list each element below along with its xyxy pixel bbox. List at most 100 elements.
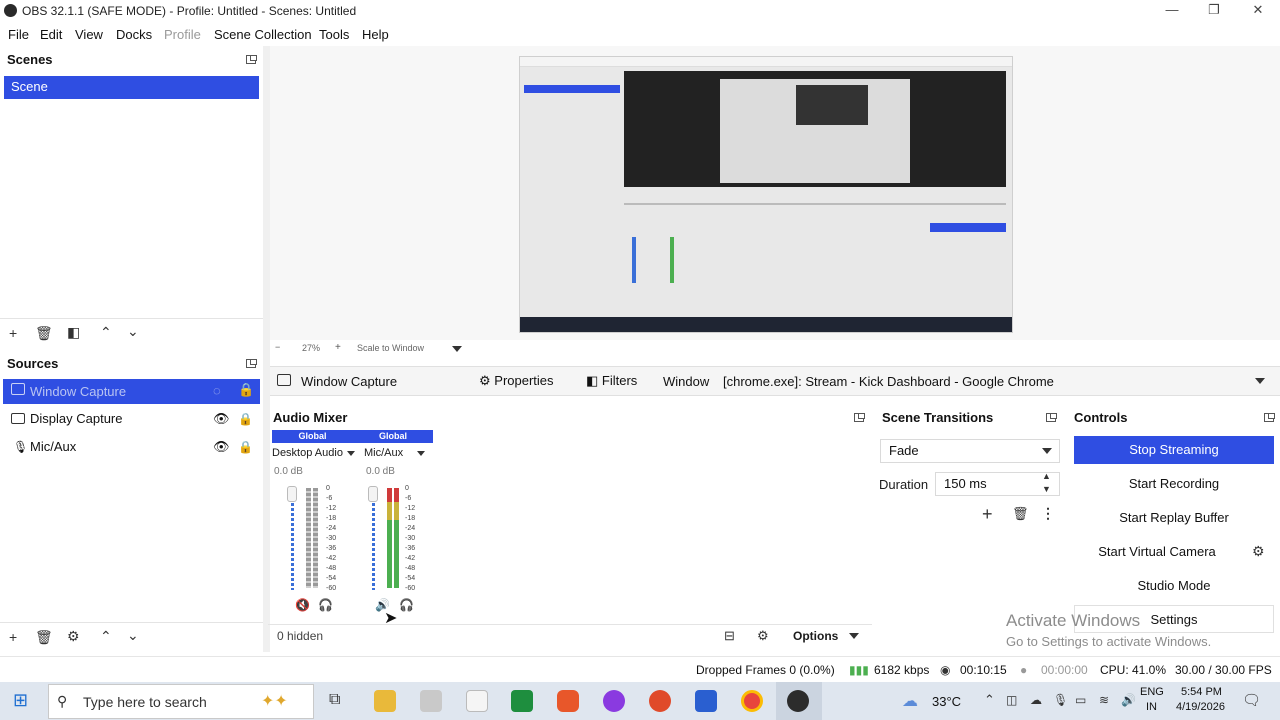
windows-start-icon[interactable]: ⊞ <box>13 690 28 711</box>
tray-wifi-icon[interactable]: ≋ <box>1099 693 1109 707</box>
desktop-audio-muted-icon[interactable]: 🔇 <box>295 598 310 612</box>
sources-undock-icon[interactable] <box>246 359 257 368</box>
transitions-undock-icon[interactable] <box>1046 413 1057 422</box>
scale-mode-caret-icon[interactable] <box>452 346 462 352</box>
excel-icon[interactable] <box>511 690 533 712</box>
lock-icon[interactable]: 🔒 <box>238 382 254 398</box>
menu-docks[interactable]: Docks <box>116 27 152 42</box>
task-view-icon[interactable]: ⧉ <box>329 691 340 709</box>
transition-select[interactable]: Fade <box>880 439 1060 463</box>
restore-button[interactable]: ❐ <box>1192 0 1236 22</box>
menu-help[interactable]: Help <box>362 27 389 42</box>
clock-time[interactable]: 5:54 PM <box>1181 686 1222 698</box>
scene-filters-icon[interactable]: ◧ <box>67 324 80 340</box>
add-transition-icon[interactable]: + <box>982 504 993 525</box>
menu-edit[interactable]: Edit <box>40 27 62 42</box>
mic-aux-monitor-icon[interactable]: 🎧 <box>399 598 414 612</box>
desktop-audio-name[interactable]: Desktop Audio <box>272 447 343 459</box>
duration-down-icon[interactable]: ▼ <box>1042 484 1051 494</box>
transition-properties-icon[interactable]: ⋮ <box>1041 505 1055 522</box>
filters-button[interactable]: ◧ Filters <box>586 373 637 389</box>
source-row-display-capture[interactable]: Display Capture 👁 🔒 <box>3 406 260 432</box>
vscode-icon[interactable] <box>695 690 717 712</box>
controls-undock-icon[interactable] <box>1264 413 1275 422</box>
mic-aux-menu-icon[interactable] <box>417 451 425 456</box>
options-caret-icon[interactable] <box>849 633 859 639</box>
stop-streaming-button[interactable]: Stop Streaming <box>1074 436 1274 464</box>
tray-battery-icon[interactable]: ▭ <box>1075 693 1086 707</box>
dock-splitter[interactable] <box>263 46 270 652</box>
chrome-icon[interactable] <box>741 690 763 712</box>
preview-zoom-out-icon[interactable]: − <box>275 342 280 352</box>
menu-tools[interactable]: Tools <box>319 27 349 42</box>
obs-taskbar-item[interactable] <box>776 682 822 720</box>
source-properties-icon[interactable]: ⚙ <box>67 628 80 644</box>
menu-view[interactable]: View <box>75 27 103 42</box>
eye-icon[interactable]: 👁 <box>213 406 230 432</box>
hidden-count[interactable]: 0 hidden <box>277 629 323 643</box>
scenes-undock-icon[interactable] <box>246 55 257 64</box>
start-recording-button[interactable]: Start Recording <box>1074 470 1274 498</box>
close-button[interactable]: ✕ <box>1236 0 1280 22</box>
tray-chevron-icon[interactable]: ⌃ <box>984 692 995 708</box>
eye-hidden-icon[interactable]: ◌ <box>213 383 221 398</box>
tray-mic-icon[interactable]: 🎙 <box>1053 693 1068 707</box>
notepad-icon[interactable] <box>466 690 488 712</box>
file-explorer-icon[interactable] <box>374 690 396 712</box>
mic-aux-fader-handle[interactable] <box>368 486 378 502</box>
studio-mode-button[interactable]: Studio Mode <box>1074 572 1274 600</box>
remove-source-icon[interactable]: 🗑 <box>35 629 53 645</box>
input-region[interactable]: IN <box>1146 701 1157 713</box>
menu-profile[interactable]: Profile <box>164 27 201 42</box>
tray-volume-icon[interactable]: 🔊 <box>1121 693 1136 707</box>
window-select[interactable]: [chrome.exe]: Stream - Kick Dashboard - … <box>723 374 1054 389</box>
mixer-layout-icon[interactable]: ⊟ <box>724 628 735 644</box>
app-purple-icon[interactable] <box>603 690 625 712</box>
clock-date[interactable]: 4/19/2026 <box>1176 701 1225 713</box>
properties-button[interactable]: ⚙ Properties <box>479 373 554 389</box>
minimize-button[interactable]: — <box>1150 0 1194 22</box>
virtual-camera-settings-icon[interactable]: ⚙ <box>1252 543 1265 560</box>
tray-app-icon[interactable]: ◫ <box>1006 693 1017 707</box>
source-row-mic-aux[interactable]: 🎙 Mic/Aux 👁 🔒 <box>3 434 260 460</box>
menu-file[interactable]: File <box>8 27 29 42</box>
scene-item[interactable]: Scene <box>4 76 259 99</box>
weather-icon[interactable]: ☁ <box>902 691 918 711</box>
preview-zoom-in-icon[interactable]: + <box>335 342 341 353</box>
menu-scene-collection[interactable]: Scene Collection <box>214 27 312 42</box>
tray-cloud-icon[interactable]: ☁ <box>1030 693 1042 707</box>
preview-scale-mode[interactable]: Scale to Window <box>357 343 424 353</box>
lock-icon[interactable]: 🔒 <box>238 434 253 460</box>
taskbar-search[interactable]: ⚲ Type here to search ✦✦ <box>48 684 314 719</box>
add-source-icon[interactable]: + <box>9 629 17 645</box>
source-row-window-capture[interactable]: Window Capture ◌ 🔒 <box>3 379 260 404</box>
brave-icon[interactable] <box>557 690 579 712</box>
add-scene-icon[interactable]: + <box>9 325 17 341</box>
mic-aux-fader-track[interactable] <box>372 488 375 590</box>
duration-up-icon[interactable]: ▲ <box>1042 471 1051 481</box>
input-language[interactable]: ENG <box>1140 686 1164 698</box>
start-virtual-camera-button[interactable]: Start Virtual Camera <box>1074 538 1240 566</box>
preview-canvas[interactable] <box>519 56 1013 333</box>
move-source-up-icon[interactable]: ⌃ <box>100 628 112 644</box>
remove-scene-icon[interactable]: 🗑 <box>35 325 53 341</box>
move-scene-up-icon[interactable]: ⌃ <box>100 324 112 340</box>
mixer-advanced-icon[interactable]: ⚙ <box>757 628 769 644</box>
mic-aux-name[interactable]: Mic/Aux <box>364 447 403 459</box>
notifications-icon[interactable]: 🗨 <box>1242 691 1261 709</box>
app-red-icon[interactable] <box>649 690 671 712</box>
desktop-audio-fader-track[interactable] <box>291 488 294 590</box>
window-select-caret-icon[interactable] <box>1255 378 1265 384</box>
desktop-audio-monitor-icon[interactable]: 🎧 <box>318 598 333 612</box>
start-replay-buffer-button[interactable]: Start Replay Buffer <box>1074 504 1274 532</box>
transition-caret-icon[interactable] <box>1042 448 1052 454</box>
desktop-audio-fader-handle[interactable] <box>287 486 297 502</box>
lock-icon[interactable]: 🔒 <box>238 406 253 432</box>
desktop-audio-menu-icon[interactable] <box>347 451 355 456</box>
remove-transition-icon[interactable]: 🗑 <box>1012 506 1029 522</box>
move-scene-down-icon[interactable]: ⌄ <box>127 323 139 339</box>
weather-temp[interactable]: 33°C <box>932 694 961 709</box>
audio-mixer-undock-icon[interactable] <box>854 413 865 422</box>
mixer-options-button[interactable]: Options <box>793 629 838 643</box>
move-source-down-icon[interactable]: ⌄ <box>127 627 139 643</box>
